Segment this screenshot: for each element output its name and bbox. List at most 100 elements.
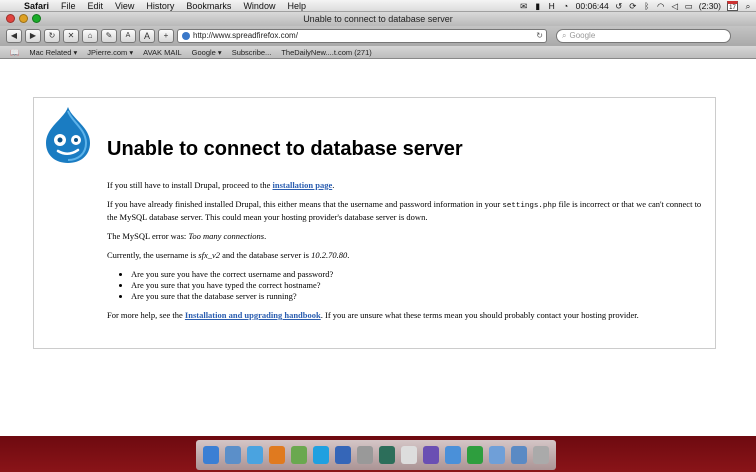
- reload-button[interactable]: ↻: [44, 29, 60, 43]
- minimize-button[interactable]: [19, 14, 28, 23]
- battery-icon[interactable]: ▭: [685, 0, 693, 12]
- downloads-icon[interactable]: [511, 446, 527, 464]
- handbook-link[interactable]: Installation and upgrading handbook: [185, 310, 321, 320]
- browser-window: Unable to connect to database server ◀ ▶…: [0, 12, 756, 436]
- url-text[interactable]: http://www.spreadfirefox.com/: [193, 30, 533, 42]
- yep-icon[interactable]: [445, 446, 461, 464]
- credentials-paragraph: Currently, the username is sfx_v2 and th…: [107, 250, 707, 261]
- menu-view[interactable]: View: [109, 0, 140, 12]
- page-title: Unable to connect to database server: [107, 138, 463, 160]
- help-prefix: For more help, see the: [107, 310, 185, 320]
- bookmark-thedailynew[interactable]: TheDailyNew....t.com (271): [281, 48, 371, 57]
- finished-paragraph: If you have already finished installed D…: [107, 199, 707, 223]
- toolbar: ◀ ▶ ↻ ✕ ⌂ ✎ A A + http://www.spreadfiref…: [0, 26, 756, 46]
- bookmarks-bar: 📖 Mac Related ▾ JPierre.com ▾ AVAK MAIL …: [0, 46, 756, 59]
- install-paragraph: If you still have to install Drupal, pro…: [107, 180, 707, 191]
- timemachine-icon[interactable]: [379, 446, 395, 464]
- skype-icon[interactable]: [313, 446, 329, 464]
- edit-button[interactable]: ✎: [101, 29, 117, 43]
- text-larger-button[interactable]: A: [139, 29, 155, 43]
- address-bar[interactable]: http://www.spreadfirefox.com/ ↻: [177, 29, 547, 43]
- install-prefix: If you still have to install Drupal, pro…: [107, 180, 273, 190]
- checklist: Are you sure you have the correct userna…: [131, 269, 707, 302]
- signal-icon[interactable]: ▮: [534, 0, 542, 12]
- server-suffix: .: [347, 250, 350, 260]
- list-item: Are you sure that you have typed the cor…: [131, 280, 707, 291]
- help-suffix: . If you are unsure what these terms mea…: [320, 310, 639, 320]
- bluetooth-icon[interactable]: ᛒ: [643, 0, 651, 12]
- settings-file-name: settings.php: [502, 202, 557, 210]
- bookmark-mac-related[interactable]: Mac Related ▾: [29, 48, 77, 57]
- safari-icon[interactable]: [247, 446, 263, 464]
- installation-page-link[interactable]: installation page: [272, 180, 332, 190]
- mail-icon[interactable]: ✉: [520, 0, 528, 12]
- bookmark-google[interactable]: Google ▾: [192, 48, 222, 57]
- chat-icon[interactable]: [467, 446, 483, 464]
- menu-extras: ✉ ▮ H ◔ 00:06:44 ↺ ⟳ ᛒ ◠ ◁ ▭ (2:30) 17 ⌕: [520, 0, 756, 12]
- bookmark-jpierre[interactable]: JPierre.com ▾: [87, 48, 133, 57]
- app-icon[interactable]: [423, 446, 439, 464]
- menu-window[interactable]: Window: [237, 0, 281, 12]
- bookmarks-book-icon[interactable]: 📖: [10, 48, 19, 57]
- search-placeholder: Google: [569, 31, 596, 40]
- sync-icon[interactable]: ⟳: [629, 0, 637, 12]
- mysql-error-message: Too many connections: [188, 231, 265, 241]
- desktop-bottom: [0, 436, 756, 472]
- mysql-error-paragraph: The MySQL error was: Too many connection…: [107, 231, 707, 242]
- menu-safari[interactable]: Safari: [18, 0, 55, 12]
- input-menu[interactable]: H: [548, 0, 556, 12]
- firefox-icon[interactable]: [269, 446, 285, 464]
- site-icon: [182, 32, 190, 40]
- db-username: sfx_v2: [198, 250, 220, 260]
- stop-button[interactable]: ✕: [63, 29, 79, 43]
- db-server: 10.2.70.80: [311, 250, 348, 260]
- calendar-icon[interactable]: 17: [727, 0, 738, 11]
- menu-history[interactable]: History: [140, 0, 180, 12]
- add-bookmark-button[interactable]: +: [158, 29, 174, 43]
- list-item: Are you sure that the database server is…: [131, 291, 707, 302]
- menu-bookmarks[interactable]: Bookmarks: [180, 0, 237, 12]
- url-reload-icon[interactable]: ↻: [536, 30, 546, 42]
- menu-edit[interactable]: Edit: [82, 0, 110, 12]
- server-prefix: and the database server is: [220, 250, 312, 260]
- wifi-icon[interactable]: ◠: [657, 0, 665, 12]
- itunes-icon[interactable]: [335, 446, 351, 464]
- volume-icon[interactable]: ◁: [671, 0, 679, 12]
- time-machine-icon[interactable]: ↺: [615, 0, 623, 12]
- username-prefix: Currently, the username is: [107, 250, 199, 260]
- error-panel: Unable to connect to database server If …: [33, 97, 716, 349]
- utility-icon[interactable]: [291, 446, 307, 464]
- trash-icon[interactable]: [533, 446, 549, 464]
- clock-icon: ◔: [563, 0, 569, 11]
- home-button[interactable]: ⌂: [82, 29, 98, 43]
- battery-time[interactable]: (2:30): [699, 0, 721, 12]
- finished-prefix: If you have already finished installed D…: [107, 199, 503, 209]
- photo-icon[interactable]: [357, 446, 373, 464]
- mouse-icon[interactable]: [401, 446, 417, 464]
- folder-icon[interactable]: [489, 446, 505, 464]
- drupal-logo-icon: [46, 107, 90, 163]
- spotlight-icon[interactable]: ⌕: [744, 0, 752, 12]
- menu-file[interactable]: File: [55, 0, 82, 12]
- dock: [196, 440, 556, 470]
- menu-help[interactable]: Help: [281, 0, 312, 12]
- window-controls: [6, 14, 41, 23]
- text-smaller-button[interactable]: A: [120, 29, 136, 43]
- zoom-button[interactable]: [32, 14, 41, 23]
- search-field[interactable]: ⌕ Google: [556, 29, 731, 43]
- page-content: Unable to connect to database server If …: [0, 59, 756, 436]
- preview-icon[interactable]: [225, 446, 241, 464]
- title-bar[interactable]: Unable to connect to database server: [0, 12, 756, 26]
- mysql-error-prefix: The MySQL error was:: [107, 231, 189, 241]
- search-icon: ⌕: [562, 31, 567, 40]
- finder-icon[interactable]: [203, 446, 219, 464]
- list-item: Are you sure you have the correct userna…: [131, 269, 707, 280]
- help-paragraph: For more help, see the Installation and …: [107, 310, 707, 321]
- bookmark-subscribe[interactable]: Subscribe...: [232, 48, 272, 57]
- forward-button[interactable]: ▶: [25, 29, 41, 43]
- mysql-error-suffix: .: [264, 231, 267, 241]
- bookmark-avak-mail[interactable]: AVAK MAIL: [143, 48, 182, 57]
- close-button[interactable]: [6, 14, 15, 23]
- menu-clock[interactable]: 00:06:44: [576, 0, 609, 12]
- back-button[interactable]: ◀: [6, 29, 22, 43]
